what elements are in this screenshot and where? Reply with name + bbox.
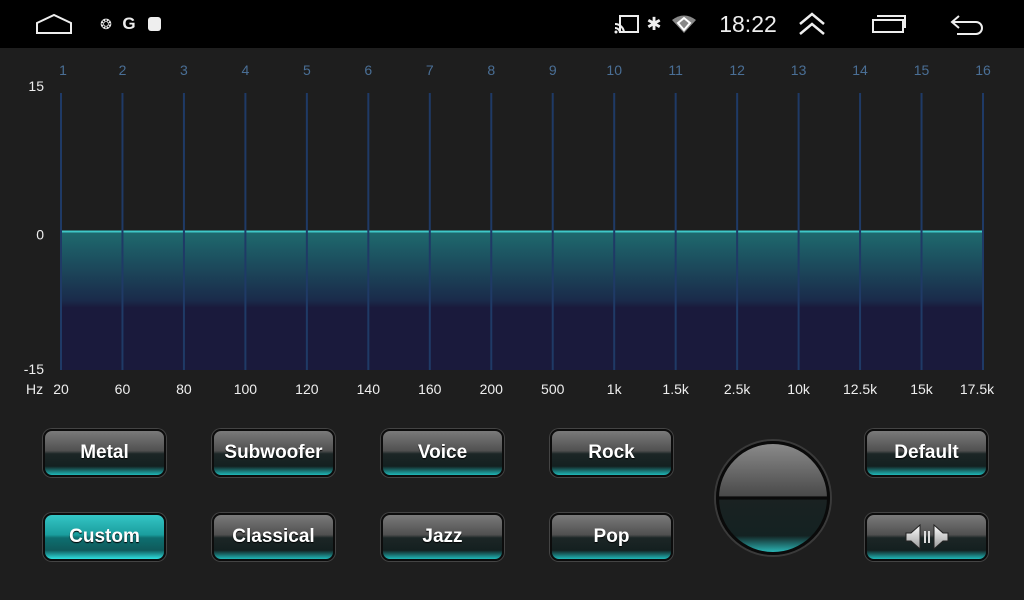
band-number-label: 16 [975,62,991,78]
band-number-label: 7 [426,62,434,78]
back-icon[interactable] [948,0,986,48]
collapse-up-icon[interactable] [796,0,828,48]
frequency-tick-label: 1.5k [662,381,689,397]
home-icon[interactable] [34,0,74,48]
frequency-tick-label: 60 [115,381,131,397]
frequency-tick-label: 20 [53,381,69,397]
speaker-balance-button[interactable] [865,513,988,561]
clock: 18:22 [719,10,777,37]
band-number-label: 11 [668,62,683,78]
band-number-label: 9 [549,62,557,78]
recent-apps-icon[interactable] [870,0,908,48]
preset-rock-button[interactable]: Rock [550,429,673,477]
band-number-label: 1 [59,62,67,78]
band-number-label: 14 [852,62,868,78]
eq-fill-area [61,231,983,370]
band-number-label: 13 [791,62,807,78]
square-app-icon [146,0,162,48]
pinwheel-icon: ❂ [100,15,112,32]
frequency-tick-label: 120 [295,381,319,397]
x-axis-unit-label: Hz [26,381,43,397]
band-number-label: 10 [606,62,622,78]
preset-classical-button[interactable]: Classical [212,513,335,561]
frequency-tick-label: 12.5k [843,381,878,397]
preset-pop-button[interactable]: Pop [550,513,673,561]
frequency-tick-label: 500 [541,381,565,397]
y-tick-label: 15 [28,78,44,94]
band-number-label: 5 [303,62,311,78]
frequency-tick-label: 15k [910,381,934,397]
speakers-icon [905,524,948,550]
frequency-tick-label: 2.5k [724,381,751,397]
band-number-label: 4 [242,62,250,78]
band-number-label: 3 [180,62,188,78]
band-number-label: 12 [729,62,745,78]
y-tick-label: 0 [36,227,44,243]
preset-jazz-button[interactable]: Jazz [381,513,504,561]
cast-icon [614,0,640,48]
preset-metal-button[interactable]: Metal [43,429,166,477]
band-number-label: 15 [914,62,930,78]
frequency-tick-label: 100 [234,381,258,397]
band-number-label: 8 [487,62,495,78]
frequency-tick-label: 200 [480,381,504,397]
band-number-label: 6 [364,62,372,78]
y-tick-label: -15 [24,361,44,377]
balance-knob[interactable] [716,441,830,555]
preset-custom-button[interactable]: Custom [43,513,166,561]
frequency-tick-label: 140 [357,381,381,397]
band-number-label: 2 [119,62,127,78]
preset-subwoofer-button[interactable]: Subwoofer [212,429,335,477]
frequency-tick-label: 10k [787,381,811,397]
bluetooth-icon: ✱ [646,13,662,34]
default-button[interactable]: Default [865,429,988,477]
google-icon: G [122,14,136,33]
equalizer-chart[interactable]: 120260380410051206140716082009500101k111… [0,52,1024,402]
status-bar: ❂ G ✱ 18:22 [0,0,1024,48]
preset-voice-button[interactable]: Voice [381,429,504,477]
frequency-tick-label: 80 [176,381,192,397]
frequency-tick-label: 1k [607,381,623,397]
wifi-icon [670,0,698,48]
frequency-tick-label: 160 [418,381,442,397]
frequency-tick-label: 17.5k [960,381,995,397]
